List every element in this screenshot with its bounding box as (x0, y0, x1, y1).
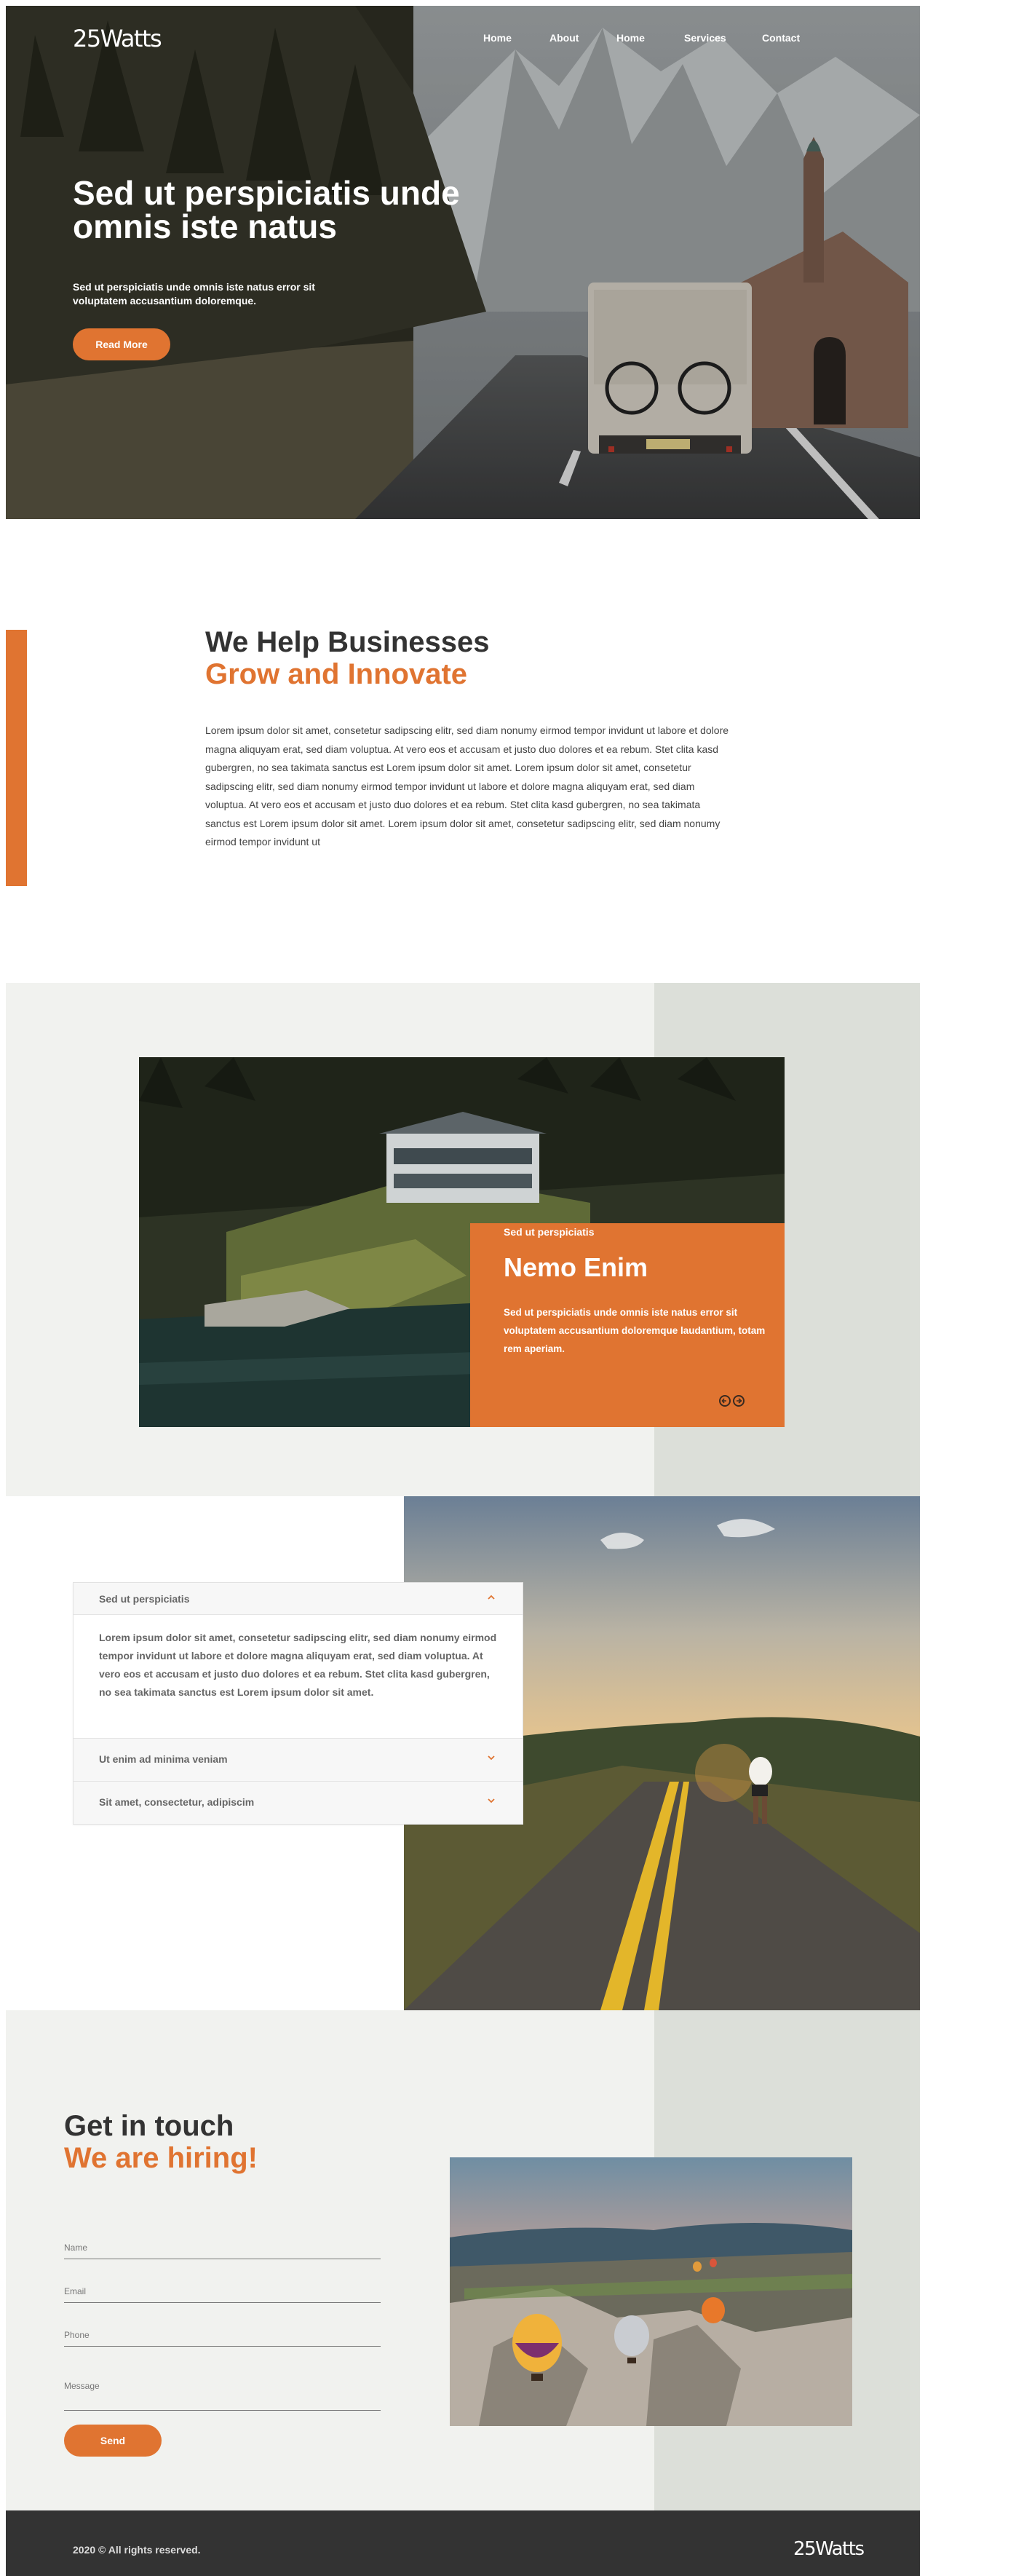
faq-question: Sit amet, consectetur, adipiscim (99, 1796, 255, 1808)
main-nav: Home About Home Services Contact (483, 32, 920, 48)
nav-item-about[interactable]: About (549, 32, 579, 44)
phone-input[interactable] (64, 2330, 381, 2340)
read-more-button[interactable]: Read More (73, 328, 170, 360)
about-body-text: Lorem ipsum dolor sit amet, consetetur s… (205, 724, 729, 848)
send-button[interactable]: Send (64, 2425, 162, 2457)
phone-field (64, 2328, 381, 2347)
chevron-down-icon (488, 1755, 495, 1761)
feature-card: Sed ut perspiciatis Nemo Enim Sed ut per… (470, 1223, 785, 1427)
about-accent-bar (6, 630, 27, 886)
footer-copyright: 2020 © All rights reserved. (73, 2544, 201, 2556)
footer-logo[interactable]: 25Watts (793, 2538, 865, 2560)
faq-answer: Lorem ipsum dolor sit amet, consetetur s… (99, 1632, 497, 1698)
faq-question: Sed ut perspiciatis (99, 1593, 190, 1605)
about-title: We Help Businesses (205, 626, 490, 658)
hero-landscape-image (6, 6, 920, 519)
feature-kicker: Sed ut perspiciatis (504, 1226, 595, 1238)
next-arrow-icon[interactable] (733, 1395, 745, 1407)
name-field (64, 2241, 381, 2259)
email-input[interactable] (64, 2286, 381, 2296)
contact-title: Get in touch (64, 2110, 234, 2142)
nav-item-services[interactable]: Services (684, 32, 726, 44)
chevron-up-icon (488, 1595, 495, 1600)
faq-item-2-header[interactable]: Ut enim ad minima veniam (74, 1739, 523, 1782)
contact-title-accent: We are hiring! (64, 2142, 258, 2174)
faq-item-1-header[interactable]: Sed ut perspiciatis (74, 1583, 523, 1615)
name-input[interactable] (64, 2243, 381, 2253)
nav-item-home[interactable]: Home (483, 32, 512, 44)
message-field (64, 2381, 381, 2411)
balloons-valley-image (450, 2157, 852, 2426)
faq-accordion: Sed ut perspiciatis Lorem ipsum dolor si… (73, 1582, 523, 1825)
nav-item-contact[interactable]: Contact (762, 32, 800, 44)
prev-arrow-icon[interactable] (719, 1395, 731, 1407)
hero-subtitle: Sed ut perspiciatis unde omnis iste natu… (73, 281, 315, 307)
hero-title: Sed ut perspiciatis unde omnis iste natu… (73, 174, 460, 245)
faq-item-3-header[interactable]: Sit amet, consectetur, adipiscim (74, 1782, 523, 1824)
email-field (64, 2285, 381, 2303)
faq-question: Ut enim ad minima veniam (99, 1753, 228, 1765)
faq-item-1-body: Lorem ipsum dolor sit amet, consetetur s… (74, 1615, 523, 1739)
nav-item-home-2[interactable]: Home (616, 32, 645, 44)
feature-text: Sed ut perspiciatis unde omnis iste natu… (504, 1307, 766, 1354)
hero-section: 25Watts Home About Home Services Contact… (6, 6, 920, 519)
about-title-accent: Grow and Innovate (205, 658, 468, 690)
chevron-down-icon (488, 1798, 495, 1803)
logo[interactable]: 25Watts (73, 25, 162, 52)
feature-title: Nemo Enim (504, 1252, 648, 1282)
footer: 2020 © All rights reserved. 25Watts (6, 2510, 920, 2576)
message-input[interactable] (64, 2381, 381, 2401)
